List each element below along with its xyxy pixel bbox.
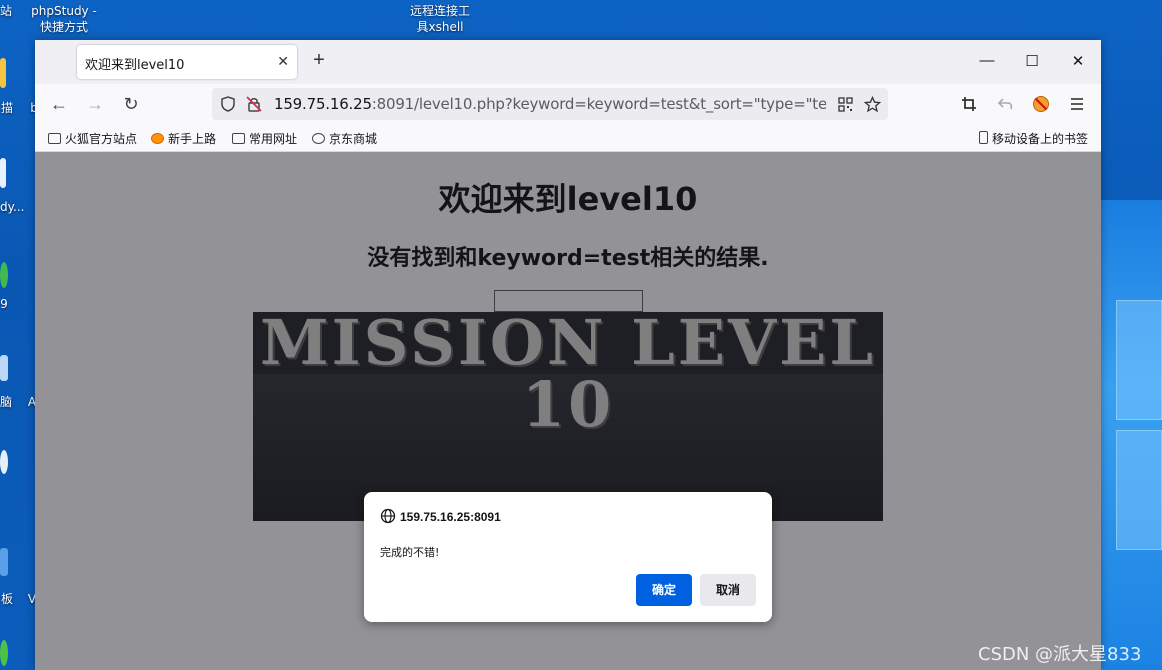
folder-icon bbox=[48, 133, 61, 144]
forward-button[interactable]: → bbox=[84, 94, 106, 114]
bookmark-label: 常用网址 bbox=[249, 132, 298, 146]
watermark: CSDN @派大星833 bbox=[978, 644, 1142, 665]
url-host: 159.75.16.25 bbox=[274, 95, 372, 113]
close-tab-icon[interactable]: ✕ bbox=[277, 53, 289, 70]
screenshot-icon[interactable] bbox=[961, 96, 977, 112]
firefox-icon bbox=[151, 133, 164, 144]
bookmark-star-icon[interactable] bbox=[864, 96, 881, 113]
computer-icon[interactable] bbox=[0, 355, 8, 381]
dialog-origin: 159.75.16.25:8091 bbox=[400, 510, 501, 524]
desktop-icon-label: phpStudy - 快捷方式 bbox=[31, 4, 97, 34]
edge-label: 板 bbox=[0, 592, 13, 606]
back-button[interactable]: ← bbox=[48, 94, 70, 114]
mobile-bookmarks-label: 移动设备上的书签 bbox=[992, 132, 1089, 146]
insecure-lock-icon[interactable] bbox=[246, 96, 262, 112]
bookmark-label: 京东商城 bbox=[329, 132, 378, 146]
ok-button[interactable]: 确定 bbox=[636, 574, 692, 606]
minimize-button[interactable]: — bbox=[977, 52, 997, 69]
recycle-bin-icon[interactable] bbox=[0, 450, 8, 474]
tab-level10[interactable]: 欢迎来到level10 ✕ bbox=[77, 45, 297, 79]
bookmark-item[interactable]: 常用网址 bbox=[232, 130, 297, 147]
browser-window: 欢迎来到level10 ✕ + — ☐ ✕ ← → ↻ 159.75.16.25… bbox=[35, 40, 1101, 670]
edge-label: dy... bbox=[0, 200, 25, 214]
bookmark-label: 新手上路 bbox=[168, 132, 217, 146]
bookmark-item[interactable]: 京东商城 bbox=[312, 130, 377, 147]
user-icon[interactable] bbox=[0, 262, 8, 288]
qr-code-icon[interactable] bbox=[838, 97, 853, 112]
bookmark-item[interactable]: 火狐官方站点 bbox=[48, 130, 137, 147]
close-window-button[interactable]: ✕ bbox=[1068, 52, 1088, 70]
alert-dialog: 159.75.16.25:8091 完成的不错! 确定 取消 bbox=[364, 492, 772, 622]
maximize-button[interactable]: ☐ bbox=[1022, 52, 1042, 70]
tab-bar: 欢迎来到level10 ✕ + — ☐ ✕ bbox=[35, 40, 1101, 84]
bookmarks-toolbar: 火狐官方站点 新手上路 常用网址 京东商城 移动设备上的书签 bbox=[35, 124, 1101, 152]
cancel-button[interactable]: 取消 bbox=[700, 574, 756, 606]
url-path: :8091/level10.php?keyword=keyword=test&t… bbox=[371, 95, 826, 113]
mobile-icon bbox=[979, 131, 988, 144]
edge-label: 描 bbox=[0, 101, 13, 115]
navigation-bar: ← → ↻ 159.75.16.25:8091/level10.php?keyw… bbox=[35, 84, 1101, 124]
app-icon[interactable] bbox=[0, 158, 6, 188]
desktop-icon-label: 远程连接工 具xshell bbox=[409, 4, 470, 34]
desktop-icon-phpstudy[interactable]: phpStudy - 快捷方式 bbox=[22, 3, 106, 35]
bookmark-label: 火狐官方站点 bbox=[65, 132, 138, 146]
windows-logo-pane bbox=[1116, 430, 1162, 550]
undo-icon[interactable] bbox=[997, 96, 1013, 112]
edge-label: 9 bbox=[0, 297, 8, 311]
reload-button[interactable]: ↻ bbox=[120, 94, 142, 114]
menu-icon[interactable] bbox=[1069, 96, 1085, 112]
extension-blocked-icon[interactable] bbox=[1032, 95, 1050, 113]
shield-icon[interactable] bbox=[220, 96, 236, 112]
folder-icon[interactable] bbox=[0, 58, 6, 88]
edge-label: 站 bbox=[0, 4, 13, 18]
windows-logo-pane bbox=[1116, 300, 1162, 420]
desktop-icon-xshell[interactable]: 远程连接工 具xshell bbox=[398, 3, 482, 35]
control-panel-icon[interactable] bbox=[0, 548, 8, 576]
dialog-message: 完成的不错! bbox=[380, 546, 440, 559]
globe-icon bbox=[312, 133, 325, 144]
app-icon[interactable] bbox=[0, 640, 8, 666]
tab-title: 欢迎来到level10 bbox=[85, 58, 185, 73]
url-bar[interactable]: 159.75.16.25:8091/level10.php?keyword=ke… bbox=[212, 88, 888, 120]
folder-icon bbox=[232, 133, 245, 144]
modal-overlay: 159.75.16.25:8091 完成的不错! 确定 取消 bbox=[35, 152, 1101, 670]
edge-label: 脑 bbox=[0, 395, 13, 409]
bookmark-item[interactable]: 新手上路 bbox=[151, 130, 216, 147]
new-tab-button[interactable]: + bbox=[307, 49, 331, 72]
mobile-bookmarks[interactable]: 移动设备上的书签 bbox=[979, 130, 1088, 147]
globe-icon bbox=[380, 508, 396, 524]
url-text[interactable]: 159.75.16.25:8091/level10.php?keyword=ke… bbox=[274, 95, 826, 113]
